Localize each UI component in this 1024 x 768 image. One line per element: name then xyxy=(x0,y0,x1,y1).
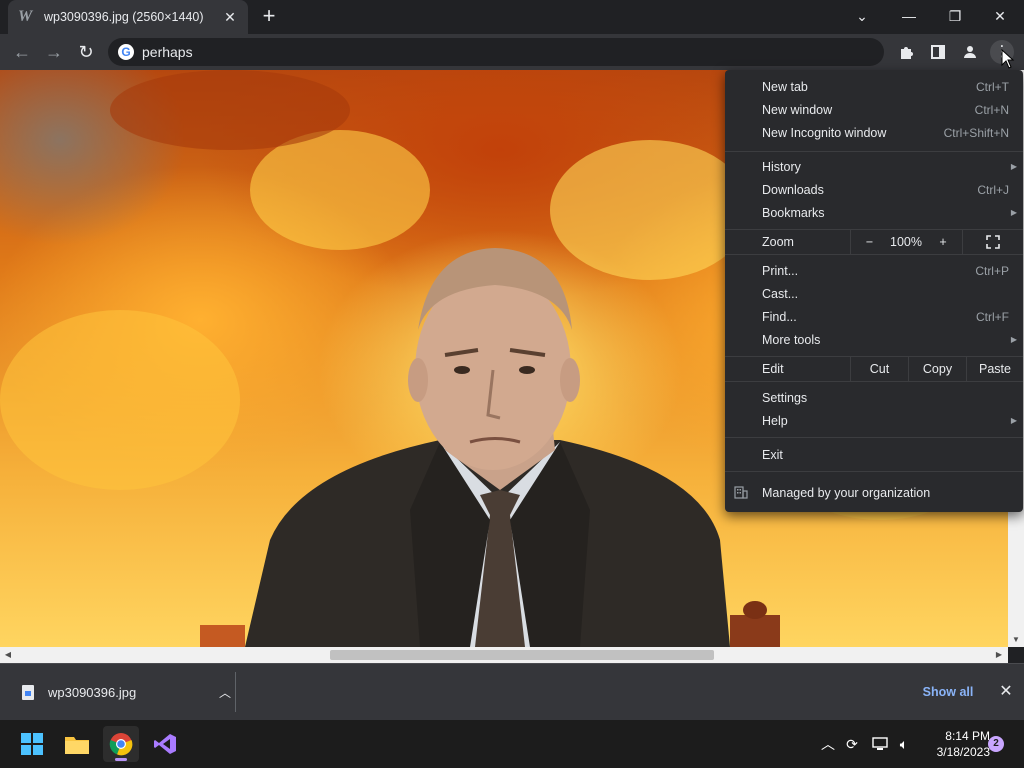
menu-item-downloads[interactable]: Downloads Ctrl+J xyxy=(725,178,1023,201)
new-tab-icon[interactable]: + xyxy=(258,5,280,28)
google-icon: G xyxy=(118,44,134,60)
download-filename: wp3090396.jpg xyxy=(48,684,137,700)
scroll-down-icon[interactable]: ▼ xyxy=(1008,633,1024,647)
minimize-icon[interactable]: — xyxy=(895,4,923,28)
image-file-icon xyxy=(22,684,34,700)
scroll-left-icon[interactable]: ◀ xyxy=(1,647,15,663)
menu-divider xyxy=(725,381,1023,382)
zoom-out-button[interactable]: − xyxy=(850,230,888,254)
extensions-puzzle-icon[interactable] xyxy=(894,40,918,64)
fullscreen-icon[interactable] xyxy=(962,230,1023,254)
chrome-icon[interactable] xyxy=(103,726,139,762)
menu-item-settings[interactable]: Settings xyxy=(725,386,1023,409)
cut-button[interactable]: Cut xyxy=(850,357,908,381)
menu-item-print[interactable]: Print... Ctrl+P xyxy=(725,259,1023,282)
menu-item-find[interactable]: Find... Ctrl+F xyxy=(725,305,1023,328)
paste-button[interactable]: Paste xyxy=(966,357,1023,381)
clock-time: 8:14 PM xyxy=(945,729,990,743)
show-all-button[interactable]: Show all xyxy=(912,678,984,706)
menu-divider xyxy=(725,437,1023,438)
menu-divider xyxy=(725,151,1023,152)
edit-label: Edit xyxy=(762,362,784,376)
tab-image[interactable]: W wp3090396.jpg (2560×1440) ✕ xyxy=(8,0,248,34)
menu-item-new-window[interactable]: New window Ctrl+N xyxy=(725,98,1023,121)
horizontal-scroll-thumb[interactable] xyxy=(330,650,714,660)
submenu-arrow-icon: ▶ xyxy=(1010,208,1017,217)
volume-icon[interactable]: 🔈︎ xyxy=(894,734,914,754)
menu-item-bookmarks[interactable]: Bookmarks ▶ xyxy=(725,201,1023,224)
wallpaper-favicon-icon: W xyxy=(18,8,33,25)
menu-divider xyxy=(725,471,1023,472)
edit-row: Edit Cut Copy Paste xyxy=(725,357,1023,381)
active-app-indicator xyxy=(115,758,127,761)
side-panel-icon[interactable] xyxy=(926,40,950,64)
submenu-arrow-icon: ▶ xyxy=(1010,416,1017,425)
toolbar: ← → ↻ G perhaps ⋮ xyxy=(0,34,1024,70)
windows-start-icon[interactable] xyxy=(14,726,50,762)
zoom-label: Zoom xyxy=(762,235,794,249)
browser-window: W wp3090396.jpg (2560×1440) ✕ + ⌄ — ❐ ✕ … xyxy=(0,0,1024,768)
address-bar[interactable]: G perhaps xyxy=(108,38,884,66)
visual-studio-icon[interactable] xyxy=(147,726,183,762)
scroll-right-icon[interactable]: ▶ xyxy=(992,647,1006,663)
building-icon xyxy=(734,486,748,499)
horizontal-scrollbar[interactable]: ◀ ▶ xyxy=(0,647,1008,663)
close-icon[interactable]: ✕ xyxy=(994,678,1018,706)
tab-strip: W wp3090396.jpg (2560×1440) ✕ + ⌄ — ❐ ✕ xyxy=(0,0,1024,34)
zoom-row: Zoom − 100% + xyxy=(725,230,1023,254)
tab-search-chevron-icon[interactable]: ⌄ xyxy=(848,4,876,28)
window-close-icon[interactable]: ✕ xyxy=(986,4,1014,28)
forward-arrow-icon[interactable]: → xyxy=(42,40,66,64)
menu-item-more-tools[interactable]: More tools ▶ xyxy=(725,328,1023,351)
clock[interactable]: 8:14 PM 3/18/2023 xyxy=(920,728,990,760)
taskbar: ︿ ⟳ 🔈︎ 8:14 PM 3/18/2023 2 xyxy=(0,720,1024,768)
tab-title: wp3090396.jpg (2560×1440) xyxy=(44,10,204,24)
menu-item-history[interactable]: History ▶ xyxy=(725,155,1023,178)
menu-item-managed[interactable]: Managed by your organization xyxy=(725,481,1023,504)
menu-item-exit[interactable]: Exit xyxy=(725,443,1023,466)
mouse-cursor-icon xyxy=(1001,49,1015,69)
chrome-menu: New tab Ctrl+T New window Ctrl+N New Inc… xyxy=(725,70,1023,512)
download-item[interactable]: wp3090396.jpg ︿ xyxy=(12,672,236,712)
menu-item-new-tab[interactable]: New tab Ctrl+T xyxy=(725,75,1023,98)
submenu-arrow-icon: ▶ xyxy=(1010,162,1017,171)
chevron-up-icon[interactable]: ︿ xyxy=(215,684,235,701)
menu-item-cast[interactable]: Cast... xyxy=(725,282,1023,305)
notification-badge[interactable]: 2 xyxy=(988,736,1004,752)
chevron-up-icon[interactable]: ︿ xyxy=(818,734,838,754)
close-icon[interactable]: ✕ xyxy=(222,9,238,25)
clock-date: 3/18/2023 xyxy=(936,745,990,759)
copy-button[interactable]: Copy xyxy=(908,357,966,381)
back-arrow-icon[interactable]: ← xyxy=(10,40,34,64)
restore-icon[interactable]: ❐ xyxy=(941,4,969,28)
submenu-arrow-icon: ▶ xyxy=(1010,335,1017,344)
sync-icon[interactable]: ⟳ xyxy=(842,734,862,754)
menu-divider xyxy=(725,254,1023,255)
menu-item-help[interactable]: Help ▶ xyxy=(725,409,1023,432)
address-text: perhaps xyxy=(142,44,193,60)
menu-item-new-incognito[interactable]: New Incognito window Ctrl+Shift+N xyxy=(725,121,1023,144)
reload-icon[interactable]: ↻ xyxy=(74,40,98,64)
zoom-in-button[interactable]: + xyxy=(924,230,962,254)
profile-icon[interactable] xyxy=(958,40,982,64)
download-bar: wp3090396.jpg ︿ Show all ✕ xyxy=(0,663,1024,720)
zoom-value: 100% xyxy=(890,235,922,249)
monitor-icon[interactable] xyxy=(870,734,890,754)
file-explorer-icon[interactable] xyxy=(59,726,95,762)
